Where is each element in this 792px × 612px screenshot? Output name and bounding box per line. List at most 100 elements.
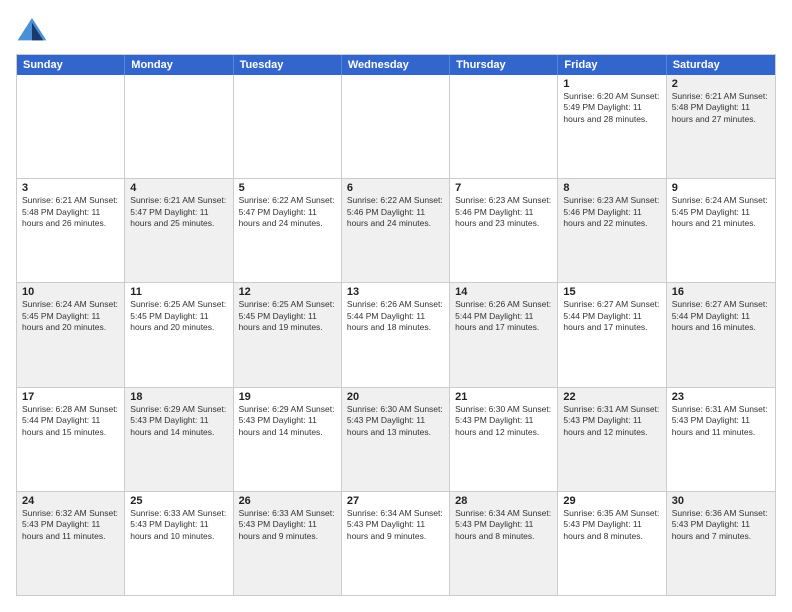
day-number: 2 — [672, 78, 770, 90]
day-info: Sunrise: 6:21 AM Sunset: 5:47 PM Dayligh… — [130, 195, 227, 229]
calendar-cell: 22Sunrise: 6:31 AM Sunset: 5:43 PM Dayli… — [558, 388, 666, 491]
day-info: Sunrise: 6:23 AM Sunset: 5:46 PM Dayligh… — [455, 195, 552, 229]
day-number: 11 — [130, 286, 227, 298]
calendar-cell: 8Sunrise: 6:23 AM Sunset: 5:46 PM Daylig… — [558, 179, 666, 282]
day-number: 8 — [563, 182, 660, 194]
calendar-cell: 9Sunrise: 6:24 AM Sunset: 5:45 PM Daylig… — [667, 179, 775, 282]
calendar-cell: 23Sunrise: 6:31 AM Sunset: 5:43 PM Dayli… — [667, 388, 775, 491]
day-info: Sunrise: 6:34 AM Sunset: 5:43 PM Dayligh… — [455, 508, 552, 542]
calendar-cell — [234, 75, 342, 178]
day-number: 25 — [130, 495, 227, 507]
calendar-cell: 15Sunrise: 6:27 AM Sunset: 5:44 PM Dayli… — [558, 283, 666, 386]
day-number: 4 — [130, 182, 227, 194]
calendar-cell: 10Sunrise: 6:24 AM Sunset: 5:45 PM Dayli… — [17, 283, 125, 386]
calendar-cell: 16Sunrise: 6:27 AM Sunset: 5:44 PM Dayli… — [667, 283, 775, 386]
day-info: Sunrise: 6:24 AM Sunset: 5:45 PM Dayligh… — [672, 195, 770, 229]
weekday-header: Wednesday — [342, 55, 450, 75]
day-info: Sunrise: 6:25 AM Sunset: 5:45 PM Dayligh… — [239, 299, 336, 333]
day-number: 16 — [672, 286, 770, 298]
calendar-cell: 27Sunrise: 6:34 AM Sunset: 5:43 PM Dayli… — [342, 492, 450, 595]
day-number: 22 — [563, 391, 660, 403]
day-info: Sunrise: 6:31 AM Sunset: 5:43 PM Dayligh… — [563, 404, 660, 438]
day-number: 30 — [672, 495, 770, 507]
day-number: 19 — [239, 391, 336, 403]
calendar-week: 1Sunrise: 6:20 AM Sunset: 5:49 PM Daylig… — [17, 75, 775, 179]
calendar-cell — [125, 75, 233, 178]
calendar-cell — [342, 75, 450, 178]
day-info: Sunrise: 6:21 AM Sunset: 5:48 PM Dayligh… — [22, 195, 119, 229]
day-number: 10 — [22, 286, 119, 298]
calendar-body: 1Sunrise: 6:20 AM Sunset: 5:49 PM Daylig… — [17, 75, 775, 595]
calendar-cell: 7Sunrise: 6:23 AM Sunset: 5:46 PM Daylig… — [450, 179, 558, 282]
day-info: Sunrise: 6:35 AM Sunset: 5:43 PM Dayligh… — [563, 508, 660, 542]
calendar-cell: 5Sunrise: 6:22 AM Sunset: 5:47 PM Daylig… — [234, 179, 342, 282]
day-number: 17 — [22, 391, 119, 403]
calendar-cell — [17, 75, 125, 178]
day-number: 14 — [455, 286, 552, 298]
day-number: 6 — [347, 182, 444, 194]
day-info: Sunrise: 6:33 AM Sunset: 5:43 PM Dayligh… — [130, 508, 227, 542]
calendar-cell: 12Sunrise: 6:25 AM Sunset: 5:45 PM Dayli… — [234, 283, 342, 386]
calendar-week: 24Sunrise: 6:32 AM Sunset: 5:43 PM Dayli… — [17, 492, 775, 595]
day-info: Sunrise: 6:34 AM Sunset: 5:43 PM Dayligh… — [347, 508, 444, 542]
calendar-cell: 2Sunrise: 6:21 AM Sunset: 5:48 PM Daylig… — [667, 75, 775, 178]
calendar-cell: 20Sunrise: 6:30 AM Sunset: 5:43 PM Dayli… — [342, 388, 450, 491]
day-number: 20 — [347, 391, 444, 403]
weekday-header: Saturday — [667, 55, 775, 75]
calendar-week: 10Sunrise: 6:24 AM Sunset: 5:45 PM Dayli… — [17, 283, 775, 387]
day-info: Sunrise: 6:22 AM Sunset: 5:46 PM Dayligh… — [347, 195, 444, 229]
calendar-cell: 29Sunrise: 6:35 AM Sunset: 5:43 PM Dayli… — [558, 492, 666, 595]
day-info: Sunrise: 6:26 AM Sunset: 5:44 PM Dayligh… — [347, 299, 444, 333]
logo-icon — [16, 16, 48, 44]
day-number: 9 — [672, 182, 770, 194]
weekday-header: Monday — [125, 55, 233, 75]
logo — [16, 16, 50, 44]
day-number: 27 — [347, 495, 444, 507]
day-info: Sunrise: 6:36 AM Sunset: 5:43 PM Dayligh… — [672, 508, 770, 542]
weekday-header: Sunday — [17, 55, 125, 75]
day-number: 3 — [22, 182, 119, 194]
calendar-cell: 18Sunrise: 6:29 AM Sunset: 5:43 PM Dayli… — [125, 388, 233, 491]
weekday-header: Friday — [558, 55, 666, 75]
calendar-week: 3Sunrise: 6:21 AM Sunset: 5:48 PM Daylig… — [17, 179, 775, 283]
calendar-cell: 13Sunrise: 6:26 AM Sunset: 5:44 PM Dayli… — [342, 283, 450, 386]
day-number: 29 — [563, 495, 660, 507]
calendar: SundayMondayTuesdayWednesdayThursdayFrid… — [16, 54, 776, 596]
day-info: Sunrise: 6:24 AM Sunset: 5:45 PM Dayligh… — [22, 299, 119, 333]
day-number: 1 — [563, 78, 660, 90]
day-info: Sunrise: 6:22 AM Sunset: 5:47 PM Dayligh… — [239, 195, 336, 229]
day-info: Sunrise: 6:25 AM Sunset: 5:45 PM Dayligh… — [130, 299, 227, 333]
calendar-cell: 26Sunrise: 6:33 AM Sunset: 5:43 PM Dayli… — [234, 492, 342, 595]
day-info: Sunrise: 6:20 AM Sunset: 5:49 PM Dayligh… — [563, 91, 660, 125]
day-info: Sunrise: 6:29 AM Sunset: 5:43 PM Dayligh… — [239, 404, 336, 438]
day-number: 12 — [239, 286, 336, 298]
calendar-week: 17Sunrise: 6:28 AM Sunset: 5:44 PM Dayli… — [17, 388, 775, 492]
day-info: Sunrise: 6:30 AM Sunset: 5:43 PM Dayligh… — [455, 404, 552, 438]
weekday-header: Tuesday — [234, 55, 342, 75]
day-info: Sunrise: 6:23 AM Sunset: 5:46 PM Dayligh… — [563, 195, 660, 229]
calendar-cell: 6Sunrise: 6:22 AM Sunset: 5:46 PM Daylig… — [342, 179, 450, 282]
day-info: Sunrise: 6:30 AM Sunset: 5:43 PM Dayligh… — [347, 404, 444, 438]
header — [16, 16, 776, 44]
calendar-cell: 3Sunrise: 6:21 AM Sunset: 5:48 PM Daylig… — [17, 179, 125, 282]
day-info: Sunrise: 6:21 AM Sunset: 5:48 PM Dayligh… — [672, 91, 770, 125]
calendar-cell: 4Sunrise: 6:21 AM Sunset: 5:47 PM Daylig… — [125, 179, 233, 282]
day-info: Sunrise: 6:32 AM Sunset: 5:43 PM Dayligh… — [22, 508, 119, 542]
day-number: 21 — [455, 391, 552, 403]
day-number: 5 — [239, 182, 336, 194]
calendar-cell: 25Sunrise: 6:33 AM Sunset: 5:43 PM Dayli… — [125, 492, 233, 595]
calendar-cell: 19Sunrise: 6:29 AM Sunset: 5:43 PM Dayli… — [234, 388, 342, 491]
calendar-cell: 24Sunrise: 6:32 AM Sunset: 5:43 PM Dayli… — [17, 492, 125, 595]
calendar-cell: 21Sunrise: 6:30 AM Sunset: 5:43 PM Dayli… — [450, 388, 558, 491]
day-info: Sunrise: 6:33 AM Sunset: 5:43 PM Dayligh… — [239, 508, 336, 542]
day-number: 18 — [130, 391, 227, 403]
day-info: Sunrise: 6:31 AM Sunset: 5:43 PM Dayligh… — [672, 404, 770, 438]
calendar-cell: 1Sunrise: 6:20 AM Sunset: 5:49 PM Daylig… — [558, 75, 666, 178]
day-info: Sunrise: 6:27 AM Sunset: 5:44 PM Dayligh… — [563, 299, 660, 333]
day-number: 24 — [22, 495, 119, 507]
day-number: 23 — [672, 391, 770, 403]
calendar-cell — [450, 75, 558, 178]
day-number: 28 — [455, 495, 552, 507]
day-info: Sunrise: 6:26 AM Sunset: 5:44 PM Dayligh… — [455, 299, 552, 333]
calendar-cell: 30Sunrise: 6:36 AM Sunset: 5:43 PM Dayli… — [667, 492, 775, 595]
